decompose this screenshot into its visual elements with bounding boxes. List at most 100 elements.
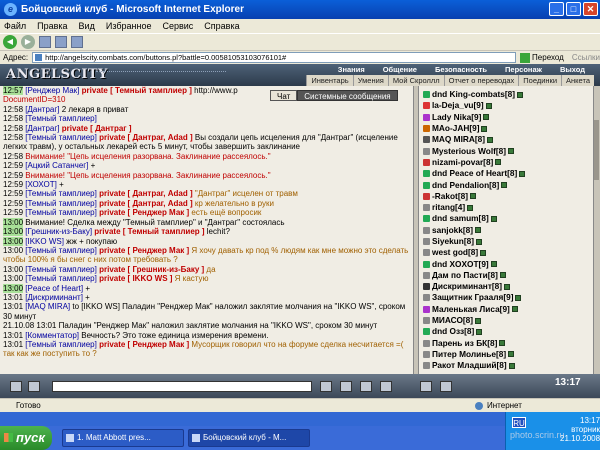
smiley-icon[interactable] bbox=[10, 381, 22, 392]
user-info-icon[interactable] bbox=[475, 317, 482, 324]
user-name[interactable]: Lady Nika[9] bbox=[432, 112, 481, 123]
chat-private-recipient[interactable]: private [ Темный тамплиер ] bbox=[82, 86, 192, 95]
user-list-item[interactable]: -Rakot[8] bbox=[419, 191, 593, 202]
chat-author[interactable]: [Ацкий Сатанчег] bbox=[25, 161, 88, 170]
user-info-icon[interactable] bbox=[519, 170, 526, 177]
user-info-icon[interactable] bbox=[483, 114, 490, 121]
nav-inventory[interactable]: Инвентарь bbox=[306, 75, 352, 86]
user-list-item[interactable]: Дам по Пасти[8] bbox=[419, 270, 593, 281]
user-name[interactable]: Парень из БК[8] bbox=[432, 338, 497, 349]
chat-author[interactable]: [Темный тамплиер] bbox=[25, 114, 97, 123]
user-list-item[interactable]: dnd King-combats[8] bbox=[419, 89, 593, 100]
user-list-item[interactable]: dnd Peace of Heart[8] bbox=[419, 168, 593, 179]
chat-author[interactable]: [Темный тамплиер] bbox=[25, 274, 97, 283]
user-info-icon[interactable] bbox=[467, 204, 474, 211]
nav-profile[interactable]: Анкета bbox=[561, 75, 594, 86]
chat-author[interactable]: [Дантраг] bbox=[25, 105, 59, 114]
filter-icon[interactable] bbox=[340, 381, 352, 392]
user-list-item[interactable]: west god[8] bbox=[419, 247, 593, 258]
start-button[interactable]: пуск bbox=[0, 426, 52, 450]
chat-private-recipient[interactable]: private [ Ренджер Мак ] bbox=[99, 246, 189, 255]
clear-icon[interactable] bbox=[28, 381, 40, 392]
forward-icon[interactable]: ▶ bbox=[21, 35, 35, 49]
taskbar-item-powerpoint[interactable]: 1. Matt Abbott pres... bbox=[62, 429, 184, 447]
user-list-item[interactable]: dnd samum[8] bbox=[419, 213, 593, 224]
user-list-item[interactable]: Siyekun[8] bbox=[419, 236, 593, 247]
user-name[interactable]: -Rakot[8] bbox=[432, 191, 468, 202]
address-input[interactable]: http://angelscity.combats.com/buttons.pl… bbox=[32, 52, 517, 63]
chat-input[interactable] bbox=[52, 381, 312, 392]
nav-scroll[interactable]: Мой Скроллл bbox=[387, 75, 444, 86]
go-button[interactable]: Переход bbox=[520, 52, 564, 63]
nav-communication[interactable]: Общение bbox=[374, 64, 426, 75]
chat-author[interactable]: [Темный тамплиер] bbox=[25, 265, 97, 274]
nav-security[interactable]: Безопасность bbox=[426, 64, 496, 75]
user-list-item[interactable]: dnd Озз[8] bbox=[419, 326, 593, 337]
settings-icon[interactable] bbox=[440, 381, 452, 392]
users-scroll-thumb[interactable] bbox=[594, 120, 599, 180]
menu-favorites[interactable]: Избранное bbox=[106, 21, 152, 31]
chat-author[interactable]: [Ренджер Мак] bbox=[25, 86, 79, 95]
menu-tools[interactable]: Сервис bbox=[162, 21, 193, 31]
user-list-item[interactable]: MAQ MIRA[8] bbox=[419, 134, 593, 145]
user-list-item[interactable]: Питер Молинье[8] bbox=[419, 349, 593, 360]
menu-view[interactable]: Вид bbox=[79, 21, 95, 31]
sort-icon[interactable] bbox=[420, 381, 432, 392]
chat-private-recipient[interactable]: private [ Дантраг, Adad ] bbox=[99, 133, 193, 142]
chat-author[interactable]: [Темный тамплиер] bbox=[25, 208, 97, 217]
user-name[interactable]: nizami-povar[8] bbox=[432, 157, 493, 168]
user-list-item[interactable]: Дискриминант[8] bbox=[419, 281, 593, 292]
user-name[interactable]: Защитник Грааля[9] bbox=[432, 292, 513, 303]
chat-private-recipient[interactable]: private [ Дантраг ] bbox=[62, 124, 132, 133]
user-info-icon[interactable] bbox=[475, 238, 482, 245]
user-list-item[interactable]: Защитник Грааля[9] bbox=[419, 292, 593, 303]
user-list-item[interactable]: Парень из БК[8] bbox=[419, 338, 593, 349]
user-info-icon[interactable] bbox=[495, 159, 502, 166]
menu-edit[interactable]: Правка bbox=[37, 21, 67, 31]
chat-author[interactable]: [Темный тамплиер] bbox=[25, 133, 97, 142]
user-name[interactable]: dnd Озз[8] bbox=[432, 326, 474, 337]
tab-chat[interactable]: Чат bbox=[270, 90, 298, 101]
user-name[interactable]: Siyekun[8] bbox=[432, 236, 474, 247]
chat-author[interactable]: [ХОХОТ] bbox=[25, 180, 57, 189]
translit-icon[interactable] bbox=[380, 381, 392, 392]
user-name[interactable]: ritang[4] bbox=[432, 202, 465, 213]
user-info-icon[interactable] bbox=[481, 125, 488, 132]
chat-author[interactable]: [Темный тамплиер] bbox=[25, 246, 97, 255]
chat-private-recipient[interactable]: private [ Дантраг, Adad ] bbox=[99, 189, 193, 198]
tab-system-messages[interactable]: Системные сообщения bbox=[297, 90, 398, 101]
refresh-icon[interactable] bbox=[55, 36, 67, 48]
user-name[interactable]: west god[8] bbox=[432, 247, 478, 258]
window-titlebar[interactable]: e Бойцовский клуб - Microsoft Internet E… bbox=[0, 0, 600, 19]
nav-battles[interactable]: Поединки bbox=[518, 75, 561, 86]
chat-author[interactable]: [Темный тамплиер] bbox=[25, 189, 97, 198]
nav-knowledge[interactable]: Знания bbox=[329, 64, 374, 75]
chat-private-recipient[interactable]: private [ Ренджер Мак ] bbox=[99, 340, 189, 349]
user-info-icon[interactable] bbox=[490, 215, 497, 222]
user-info-icon[interactable] bbox=[508, 351, 515, 358]
nav-exit[interactable]: Выход bbox=[551, 64, 594, 75]
user-info-icon[interactable] bbox=[490, 261, 497, 268]
taskbar-item-browser[interactable]: Бойцовский клуб - M... bbox=[188, 429, 310, 447]
links-button[interactable]: Ссылки bbox=[572, 53, 600, 62]
tray-clock[interactable]: 13:17 вторник 21.10.2008 bbox=[560, 416, 600, 443]
nav-transfers[interactable]: Отчет о переводах bbox=[443, 75, 519, 86]
home-icon[interactable] bbox=[71, 36, 83, 48]
user-list-item[interactable]: Lady Nika[9] bbox=[419, 112, 593, 123]
menu-file[interactable]: Файл bbox=[4, 21, 26, 31]
user-name[interactable]: Дам по Пасти[8] bbox=[432, 270, 498, 281]
user-name[interactable]: dnd Peace of Heart[8] bbox=[432, 168, 517, 179]
nav-character[interactable]: Персонаж bbox=[496, 64, 551, 75]
user-list-item[interactable]: la-Deja_vu[9] bbox=[419, 100, 593, 111]
user-name[interactable]: Питер Молинье[8] bbox=[432, 349, 506, 360]
nav-skills[interactable]: Умения bbox=[352, 75, 388, 86]
user-info-icon[interactable] bbox=[511, 306, 518, 313]
user-info-icon[interactable] bbox=[487, 136, 494, 143]
user-list-item[interactable]: Mysterious Wolf[8] bbox=[419, 145, 593, 156]
user-list-item[interactable]: Маленькая Лиса[9] bbox=[419, 304, 593, 315]
user-info-icon[interactable] bbox=[499, 272, 506, 279]
online-users-list[interactable]: dnd King-combats[8] la-Deja_vu[9] Lady Nik… bbox=[418, 86, 593, 374]
user-list-item[interactable]: nizami-povar[8] bbox=[419, 157, 593, 168]
chat-author[interactable]: [Дантраг] bbox=[25, 124, 59, 133]
chat-private-recipient[interactable]: private [ Ренджер Мак ] bbox=[99, 208, 189, 217]
